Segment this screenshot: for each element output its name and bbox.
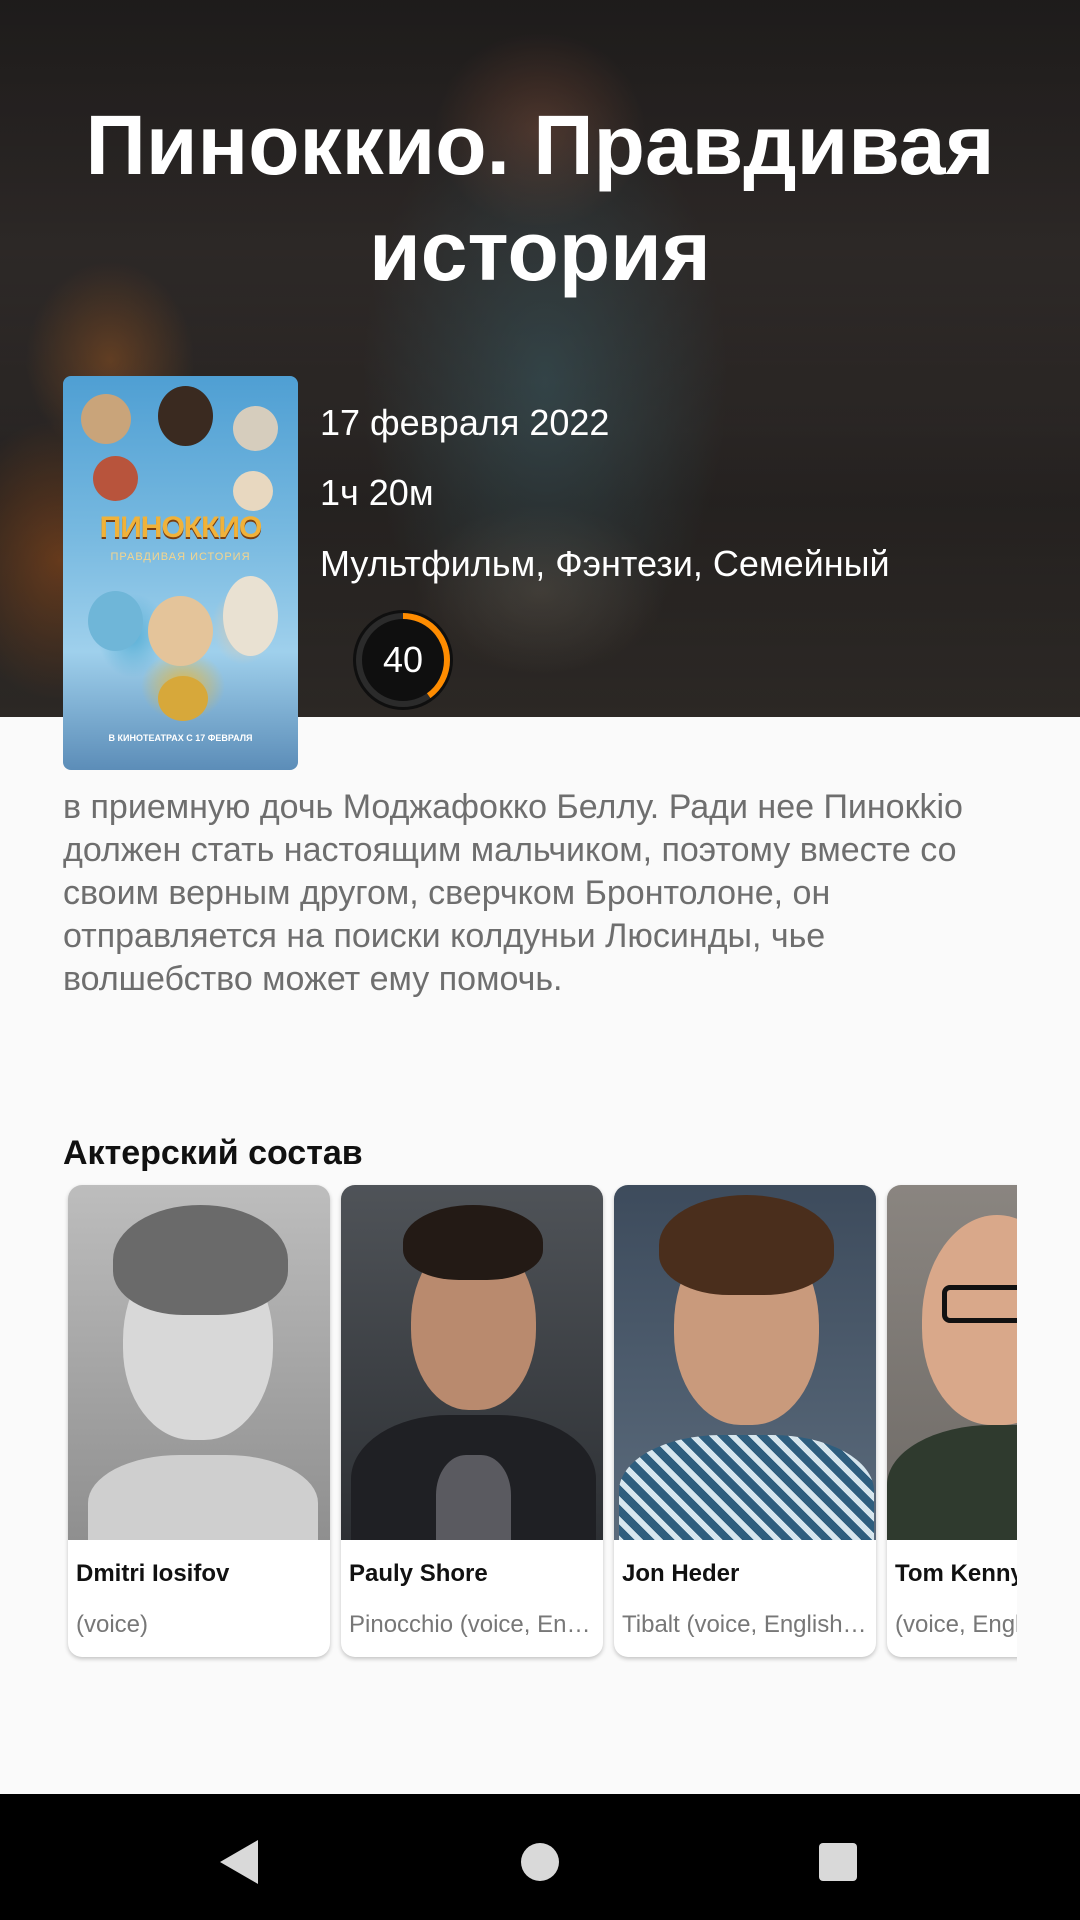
cast-photo [887,1185,1017,1540]
cast-photo [68,1185,330,1540]
cast-name: Tom Kenny [895,1560,1017,1587]
poster-character [93,456,138,501]
cast-role: (voice) [76,1611,149,1638]
cast-card[interactable]: Dmitri Iosifov (voice) [68,1185,330,1657]
cast-photo [341,1185,603,1540]
cast-list[interactable]: Dmitri Iosifov (voice) Pauly Shore Pinoc… [63,1183,1017,1663]
cast-heading: Актерский состав [63,1134,363,1172]
back-triangle-icon[interactable] [208,1832,268,1892]
cast-card[interactable]: Pauly Shore Pinocchio (voice, English) [341,1185,603,1657]
poster-character [158,386,213,446]
cast-photo [614,1185,876,1540]
release-date: 17 февраля 2022 [320,402,610,443]
poster-date: В КИНОТЕАТРАХ С 17 ФЕВРАЛЯ [108,733,253,743]
home-circle-icon[interactable] [510,1832,570,1892]
poster-character [81,394,131,444]
cast-name: Dmitri Iosifov [76,1560,230,1587]
user-score-badge: 40 [353,610,453,710]
cast-card[interactable]: Jon Heder Tibalt (voice, English version… [614,1185,876,1657]
recents-square-icon[interactable] [808,1832,868,1892]
overview-text: в приемную дочь Моджафокко Беллу. Ради н… [63,788,963,998]
movie-title: Пиноккио. Правдивая история [85,98,995,298]
genres: Мультфильм, Фэнтези, Семейный [320,543,890,584]
poster-character [233,471,273,511]
poster-subtitle: ПРАВДИВАЯ ИСТОРИЯ [110,551,251,563]
cast-role: (voice, English version) [895,1611,1017,1638]
poster-character [223,576,278,656]
poster-character [88,591,143,651]
runtime: 1ч 20м [320,472,434,513]
cast-card[interactable]: Tom Kenny (voice, English version) [887,1185,1017,1657]
score-value: 40 [382,639,424,680]
poster-coin [158,676,208,721]
movie-poster[interactable]: ПИНОККИО ПРАВДИВАЯ ИСТОРИЯ В КИНОТЕАТРАХ… [63,376,298,770]
cast-name: Pauly Shore [349,1560,488,1587]
cast-name: Jon Heder [622,1560,740,1587]
cast-role: Pinocchio (voice, English) [349,1611,599,1638]
poster-character [233,406,278,451]
system-navigation-bar [0,1794,1080,1920]
cast-role: Tibalt (voice, English version) [622,1611,872,1638]
poster-title: ПИНОККИО [99,511,263,544]
poster-character [148,596,213,666]
